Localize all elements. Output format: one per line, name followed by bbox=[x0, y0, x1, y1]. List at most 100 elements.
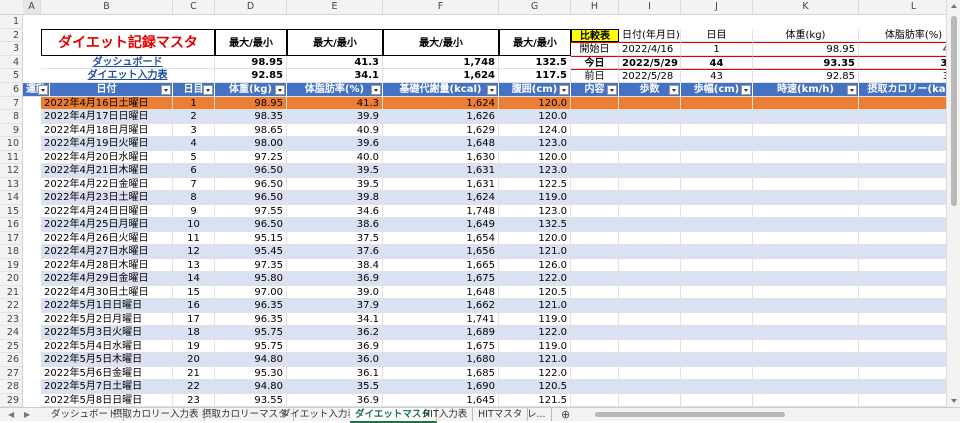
table-cell[interactable] bbox=[571, 326, 619, 340]
column-header-a[interactable]: A bbox=[23, 0, 41, 14]
min-value[interactable]: 34.1 bbox=[287, 69, 383, 83]
table-cell[interactable]: 95.80 bbox=[215, 272, 287, 286]
compare-date[interactable]: 2022/4/16 bbox=[619, 42, 681, 56]
tab-prev-icon[interactable]: ◀ bbox=[8, 408, 14, 421]
table-cell[interactable] bbox=[859, 177, 946, 191]
column-header-k[interactable]: K bbox=[753, 0, 859, 14]
compare-row-label[interactable]: 開始日 bbox=[571, 42, 619, 56]
sheet-tab[interactable]: HITマスタ bbox=[473, 408, 529, 421]
table-cell[interactable]: 1,662 bbox=[383, 299, 499, 313]
table-cell[interactable] bbox=[681, 380, 753, 394]
min-value[interactable]: 92.85 bbox=[215, 69, 287, 83]
table-cell[interactable]: 34.1 bbox=[287, 312, 383, 326]
row-header[interactable]: 16 bbox=[0, 218, 22, 232]
table-cell[interactable]: 96.50 bbox=[215, 218, 287, 232]
table-cell[interactable] bbox=[753, 272, 859, 286]
table-cell[interactable]: 1,630 bbox=[383, 150, 499, 164]
table-cell[interactable] bbox=[859, 258, 946, 272]
row-header[interactable]: 13 bbox=[0, 178, 22, 191]
table-cell[interactable] bbox=[619, 96, 681, 110]
row-header[interactable]: 17 bbox=[0, 232, 22, 245]
maxmin-label[interactable]: 最大/最小 bbox=[499, 28, 571, 56]
filter-dropdown-icon[interactable] bbox=[741, 84, 751, 95]
table-cell[interactable] bbox=[859, 191, 946, 205]
table-cell[interactable] bbox=[753, 299, 859, 313]
horizontal-scroll-thumb[interactable] bbox=[595, 412, 785, 417]
table-cell[interactable]: 119.0 bbox=[499, 191, 571, 205]
table-header[interactable]: 運動 bbox=[23, 82, 50, 97]
table-cell[interactable] bbox=[571, 191, 619, 205]
compare-day[interactable]: 1 bbox=[681, 42, 753, 56]
table-cell[interactable] bbox=[619, 285, 681, 299]
table-cell[interactable] bbox=[681, 272, 753, 286]
table-cell[interactable]: 10 bbox=[173, 218, 215, 232]
row-header[interactable]: 19 bbox=[0, 259, 22, 272]
table-cell[interactable]: 124.0 bbox=[499, 123, 571, 137]
table-cell[interactable] bbox=[571, 272, 619, 286]
table-cell[interactable] bbox=[681, 326, 753, 340]
table-cell[interactable]: 39.5 bbox=[287, 177, 383, 191]
table-cell[interactable]: 120.5 bbox=[499, 380, 571, 394]
table-cell[interactable]: 97.00 bbox=[215, 285, 287, 299]
table-cell[interactable] bbox=[681, 177, 753, 191]
table-cell[interactable] bbox=[681, 366, 753, 380]
sheet-title[interactable]: ダイエット記録マスタ bbox=[41, 28, 215, 56]
table-cell-date[interactable]: 2022年4月24日日曜日 bbox=[41, 204, 173, 218]
row-header[interactable]: 3 bbox=[0, 42, 22, 56]
table-cell[interactable]: 39.5 bbox=[287, 164, 383, 178]
table-header[interactable]: 日付 bbox=[41, 82, 173, 97]
table-cell[interactable]: 120.0 bbox=[499, 96, 571, 110]
table-cell[interactable]: 9 bbox=[173, 204, 215, 218]
table-cell[interactable] bbox=[753, 177, 859, 191]
table-cell[interactable]: 36.9 bbox=[287, 339, 383, 353]
table-cell[interactable] bbox=[859, 393, 946, 407]
table-cell[interactable] bbox=[619, 353, 681, 367]
table-cell[interactable] bbox=[571, 110, 619, 124]
table-cell[interactable] bbox=[753, 96, 859, 110]
table-cell[interactable]: 93.55 bbox=[215, 393, 287, 407]
table-cell[interactable] bbox=[753, 353, 859, 367]
table-cell[interactable]: 97.55 bbox=[215, 204, 287, 218]
row-header[interactable]: 26 bbox=[0, 353, 22, 367]
table-cell[interactable] bbox=[753, 164, 859, 178]
table-cell[interactable] bbox=[753, 218, 859, 232]
table-cell[interactable] bbox=[681, 339, 753, 353]
table-header[interactable]: 時速(km/h) bbox=[753, 82, 859, 97]
maxmin-label[interactable]: 最大/最小 bbox=[215, 28, 287, 56]
table-cell[interactable] bbox=[859, 312, 946, 326]
table-cell[interactable]: 120.0 bbox=[499, 231, 571, 245]
table-cell[interactable] bbox=[681, 204, 753, 218]
table-cell[interactable] bbox=[859, 96, 946, 110]
table-cell[interactable]: 98.65 bbox=[215, 123, 287, 137]
table-cell[interactable] bbox=[681, 218, 753, 232]
table-cell[interactable] bbox=[681, 393, 753, 407]
table-cell[interactable]: 4 bbox=[173, 137, 215, 151]
table-header[interactable]: 摂取カロリー(kacl) bbox=[859, 82, 946, 97]
table-cell[interactable]: 123.0 bbox=[499, 164, 571, 178]
table-cell[interactable]: 36.0 bbox=[287, 353, 383, 367]
compare-date[interactable]: 2022/5/28 bbox=[619, 69, 681, 83]
table-cell[interactable]: 38.4 bbox=[287, 258, 383, 272]
table-cell-date[interactable]: 2022年5月8日日曜日 bbox=[41, 393, 173, 407]
table-cell-date[interactable]: 2022年4月29日金曜日 bbox=[41, 272, 173, 286]
compare-row-label[interactable]: 今日 bbox=[571, 55, 619, 69]
filter-dropdown-icon[interactable] bbox=[161, 84, 171, 95]
table-cell[interactable] bbox=[753, 231, 859, 245]
sheet-grid[interactable]: ダイエット記録マスタ ダッシュボード ダイエット入力表 最大/最小 98.95 92.85… bbox=[23, 15, 946, 407]
table-cell[interactable] bbox=[859, 164, 946, 178]
table-cell[interactable] bbox=[619, 110, 681, 124]
table-cell[interactable] bbox=[859, 245, 946, 259]
sheet-tab[interactable]: レ... bbox=[522, 408, 552, 421]
table-cell[interactable] bbox=[619, 326, 681, 340]
compare-fat[interactable]: 41.3 bbox=[859, 42, 946, 56]
table-cell[interactable] bbox=[619, 231, 681, 245]
table-cell[interactable] bbox=[619, 258, 681, 272]
table-cell[interactable]: 13 bbox=[173, 258, 215, 272]
table-cell[interactable]: 97.25 bbox=[215, 150, 287, 164]
table-cell[interactable] bbox=[619, 299, 681, 313]
table-cell[interactable]: 1,685 bbox=[383, 366, 499, 380]
table-cell[interactable]: 14 bbox=[173, 272, 215, 286]
table-cell[interactable]: 126.0 bbox=[499, 258, 571, 272]
filter-dropdown-icon[interactable] bbox=[371, 84, 381, 95]
table-cell[interactable] bbox=[571, 299, 619, 313]
